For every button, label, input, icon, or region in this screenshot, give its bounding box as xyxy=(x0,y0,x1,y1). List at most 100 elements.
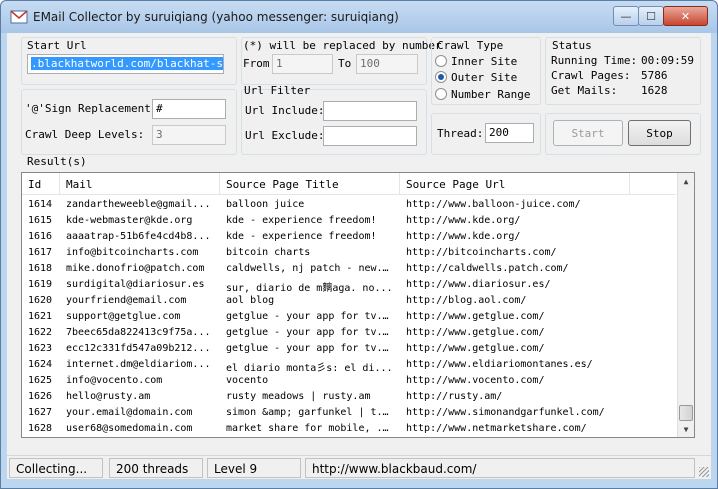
row-title: market share for mobile, ... xyxy=(226,423,395,434)
row-mail: user68@somedomain.com xyxy=(66,423,193,434)
thread-input[interactable]: 200 xyxy=(485,123,534,143)
row-url: http://www.balloon-juice.com/ xyxy=(406,199,581,210)
row-mail: your.email@domain.com xyxy=(66,407,193,418)
row-mail: hello@rusty.am xyxy=(66,391,151,402)
row-mail: info@vocento.com xyxy=(66,375,163,386)
app-window: EMail Collector by suruiqiang (yahoo mes… xyxy=(0,0,718,489)
row-id: 1620 xyxy=(28,295,53,306)
minimize-button[interactable]: — xyxy=(613,6,639,26)
row-id: 1627 xyxy=(28,407,53,418)
row-url: http://bitcoincharts.com/ xyxy=(406,247,557,258)
url-include-label: Url Include: xyxy=(245,104,325,117)
table-row[interactable]: 1625 info@vocento.com vocento http://www.vo… xyxy=(22,373,676,389)
table-row[interactable]: 1619 surdigital@diariosur.es sur, diario d… xyxy=(22,277,676,293)
vertical-scrollbar[interactable]: ▲ ▼ xyxy=(677,173,694,437)
row-id: 1623 xyxy=(28,343,53,354)
row-mail: ecc12c331fd547a09b212... xyxy=(66,343,211,354)
table-row[interactable]: 1624 internet.dm@eldiariom... el diario mo… xyxy=(22,357,676,373)
row-id: 1618 xyxy=(28,263,53,274)
column-header-url[interactable]: Source Page Url xyxy=(400,173,630,195)
row-title: aol blog xyxy=(226,295,275,306)
table-row[interactable]: 1620 yourfriend@email.com aol blog http://b… xyxy=(22,293,676,309)
row-url: http://www.eldiariomontanes.es/ xyxy=(406,359,593,370)
row-title: bitcoin charts xyxy=(226,247,311,258)
row-id: 1619 xyxy=(28,279,53,290)
crawl-pages-label: Crawl Pages: xyxy=(551,69,631,82)
row-title: balloon juice xyxy=(226,199,305,210)
row-id: 1614 xyxy=(28,199,53,210)
app-icon xyxy=(10,10,28,24)
start-button[interactable]: Start xyxy=(553,120,623,146)
outer-site-radio[interactable] xyxy=(435,71,447,83)
column-header-mail[interactable]: Mail xyxy=(60,173,220,195)
status-level: Level 9 xyxy=(207,458,301,478)
from-input[interactable]: 1 xyxy=(272,54,333,74)
row-id: 1616 xyxy=(28,231,53,242)
column-header-title[interactable]: Source Page Title xyxy=(220,173,400,195)
resize-grip-icon[interactable] xyxy=(699,467,709,477)
start-url-heading: Start Url xyxy=(27,39,87,52)
maximize-button[interactable]: ☐ xyxy=(638,6,664,26)
row-id: 1622 xyxy=(28,327,53,338)
row-url: http://www.diariosur.es/ xyxy=(406,279,551,290)
table-row[interactable]: 1628 user68@somedomain.com market share fo… xyxy=(22,421,676,437)
row-mail: 7beec65da822413c9f75a... xyxy=(66,327,211,338)
row-mail: internet.dm@eldiariom... xyxy=(66,359,211,370)
row-url: http://www.kde.org/ xyxy=(406,231,521,242)
row-id: 1624 xyxy=(28,359,53,370)
to-label: To xyxy=(338,57,352,70)
row-mail: surdigital@diariosur.es xyxy=(66,279,205,290)
number-range-radio[interactable] xyxy=(435,88,447,100)
table-row[interactable]: 1615 kde-webmaster@kde.org kde - experienc… xyxy=(22,213,676,229)
table-row[interactable]: 1627 your.email@domain.com simon &amp; gar… xyxy=(22,405,676,421)
row-url: http://rusty.am/ xyxy=(406,391,503,402)
status-threads: 200 threads xyxy=(109,458,203,478)
row-title: el diario monta彡s: el di... xyxy=(226,363,393,373)
close-button[interactable]: ✕ xyxy=(663,6,708,26)
to-input[interactable]: 100 xyxy=(356,54,418,74)
status-bar: Collecting... 200 threads Level 9 http:/… xyxy=(7,455,711,479)
table-row[interactable]: 1623 ecc12c331fd547a09b212... getglue - yo… xyxy=(22,341,676,357)
url-exclude-input[interactable] xyxy=(323,126,417,146)
table-row[interactable]: 1616 aaaatrap-51b6fe4cd4b8... kde - experi… xyxy=(22,229,676,245)
table-row[interactable]: 1614 zandartheweeble@gmail... balloon juic… xyxy=(22,197,676,213)
row-id: 1621 xyxy=(28,311,53,322)
stop-button[interactable]: Stop xyxy=(628,120,691,146)
row-title: sur, diario de m麶aga. no... xyxy=(226,283,393,293)
results-list[interactable]: Id Mail Source Page Title Source Page Ur… xyxy=(21,172,695,438)
inner-site-label[interactable]: Inner Site xyxy=(451,55,517,68)
row-mail: yourfriend@email.com xyxy=(66,295,187,306)
url-filter-heading: Url Filter xyxy=(244,84,311,97)
row-title: getglue - your app for tv... xyxy=(226,311,395,322)
number-range-label[interactable]: Number Range xyxy=(451,88,530,101)
get-mails-label: Get Mails: xyxy=(551,84,618,97)
row-url: http://www.netmarketshare.com/ xyxy=(406,423,587,434)
row-title: kde - experience freedom! xyxy=(226,215,377,226)
crawl-deep-input[interactable]: 3 xyxy=(152,125,226,145)
table-row[interactable]: 1621 support@getglue.com getglue - your ap… xyxy=(22,309,676,325)
table-row[interactable]: 1626 hello@rusty.am rusty meadows | rusty.… xyxy=(22,389,676,405)
scroll-thumb[interactable] xyxy=(679,405,693,421)
scroll-up-icon[interactable]: ▲ xyxy=(678,173,694,189)
running-time-label: Running Time: xyxy=(551,54,638,67)
status-state: Collecting... xyxy=(9,458,103,478)
row-mail: kde-webmaster@kde.org xyxy=(66,215,193,226)
outer-site-label[interactable]: Outer Site xyxy=(451,71,517,84)
crawl-pages-value: 5786 xyxy=(641,69,668,82)
start-url-input[interactable]: .blackhatworld.com/blackhat-seo/ xyxy=(27,54,224,74)
table-row[interactable]: 1617 info@bitcoincharts.com bitcoin charts… xyxy=(22,245,676,261)
url-exclude-label: Url Exclude: xyxy=(245,129,325,142)
row-title: vocento xyxy=(226,375,269,386)
column-header-id[interactable]: Id xyxy=(22,173,60,195)
table-row[interactable]: 1622 7beec65da822413c9f75a... getglue - yo… xyxy=(22,325,676,341)
results-header: Id Mail Source Page Title Source Page Ur… xyxy=(22,173,676,195)
row-title: caldwells, nj patch - new... xyxy=(226,263,395,274)
scroll-down-icon[interactable]: ▼ xyxy=(678,421,694,437)
sign-replacement-input[interactable]: # xyxy=(152,99,226,119)
table-row[interactable]: 1618 mike.donofrio@patch.com caldwells, nj… xyxy=(22,261,676,277)
row-id: 1617 xyxy=(28,247,53,258)
thread-label: Thread: xyxy=(437,127,484,140)
url-include-input[interactable] xyxy=(323,101,417,121)
inner-site-radio[interactable] xyxy=(435,55,447,67)
row-url: http://www.getglue.com/ xyxy=(406,327,545,338)
